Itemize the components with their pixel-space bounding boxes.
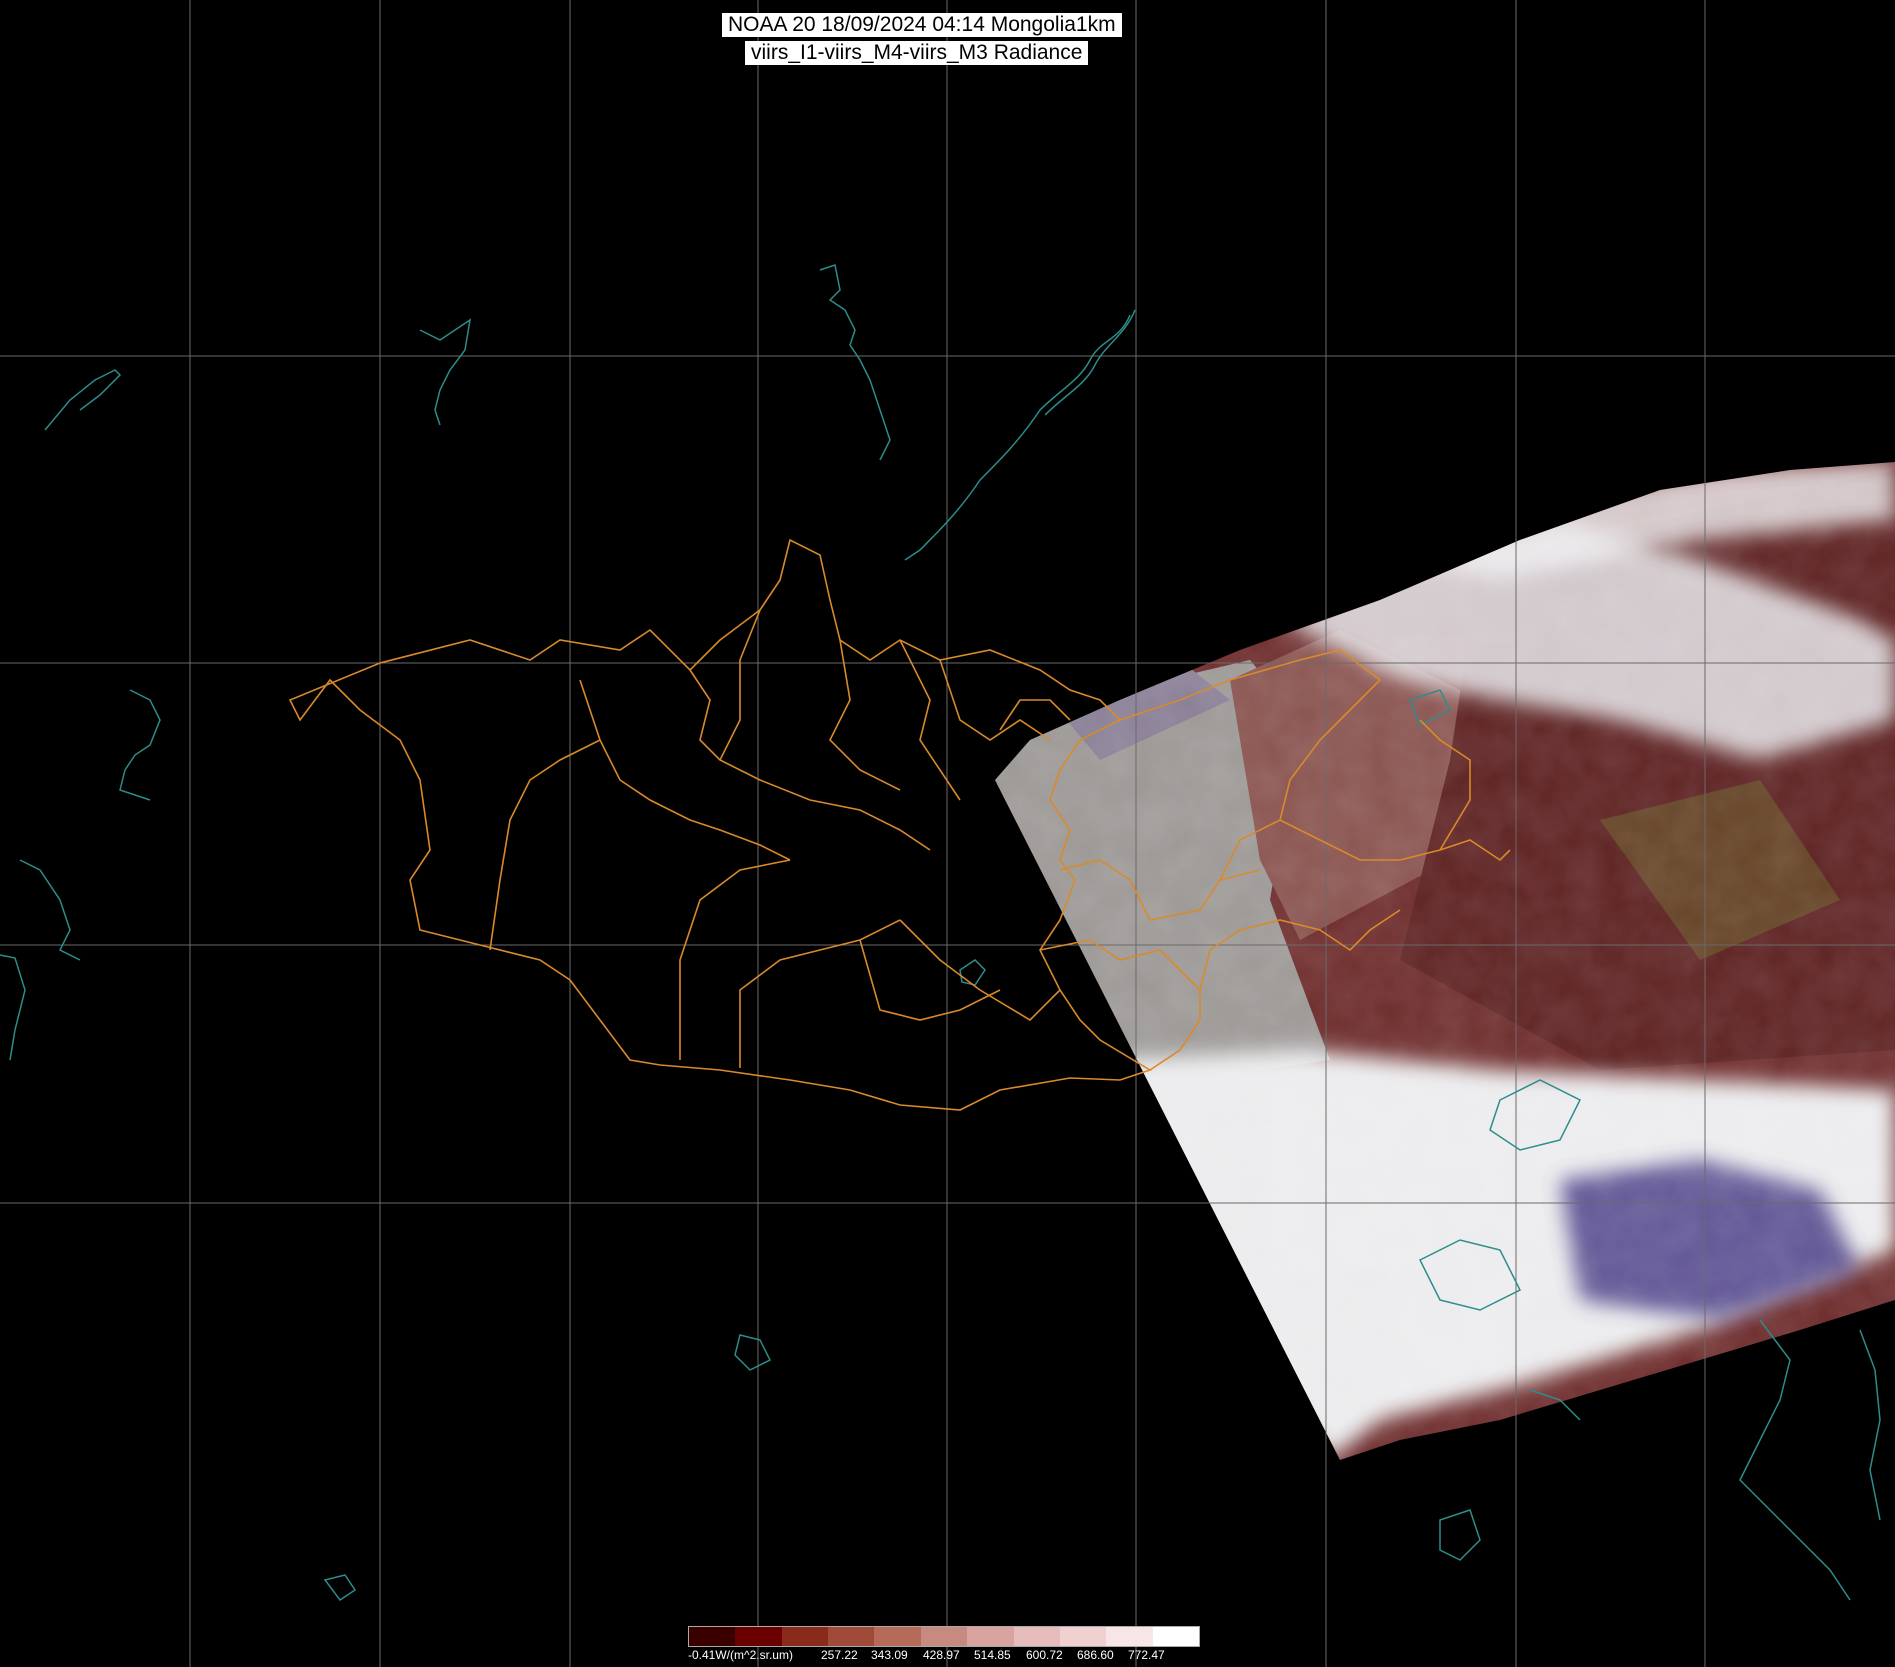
legend-swatch <box>1152 1627 1199 1646</box>
satellite-map <box>0 0 1895 1667</box>
map-subtitle: viirs_I1-viirs_M4-viirs_M3 Radiance <box>745 41 1089 65</box>
legend-color-bar <box>688 1626 1200 1647</box>
legend-swatch <box>828 1627 875 1646</box>
legend-labels: -0.41W/(m^2.sr.um) 257.22 343.09 428.97 … <box>688 1647 1208 1663</box>
legend-tick: 600.72 <box>1026 1648 1063 1662</box>
legend-swatch <box>920 1627 968 1646</box>
color-legend: -0.41W/(m^2.sr.um) 257.22 343.09 428.97 … <box>688 1626 1208 1663</box>
legend-tick: 514.85 <box>974 1648 1011 1662</box>
legend-swatch <box>874 1627 921 1646</box>
legend-tick: 343.09 <box>871 1648 908 1662</box>
legend-tick: 772.47 <box>1128 1648 1165 1662</box>
legend-swatch <box>967 1627 1014 1646</box>
legend-swatch <box>735 1627 782 1646</box>
satellite-swath <box>995 462 1895 1460</box>
legend-swatch <box>1106 1627 1153 1646</box>
legend-swatch <box>781 1627 829 1646</box>
legend-tick: 686.60 <box>1077 1648 1114 1662</box>
legend-tick: 428.97 <box>923 1648 960 1662</box>
legend-swatch <box>1059 1627 1107 1646</box>
map-title: NOAA 20 18/09/2024 04:14 Mongolia1km <box>722 13 1122 37</box>
legend-swatch <box>689 1627 736 1646</box>
legend-min-label: -0.41W/(m^2.sr.um) <box>688 1648 793 1662</box>
map-viewer: NOAA 20 18/09/2024 04:14 Mongolia1km vii… <box>0 0 1895 1667</box>
legend-tick: 257.22 <box>821 1648 858 1662</box>
legend-swatch <box>1013 1627 1060 1646</box>
